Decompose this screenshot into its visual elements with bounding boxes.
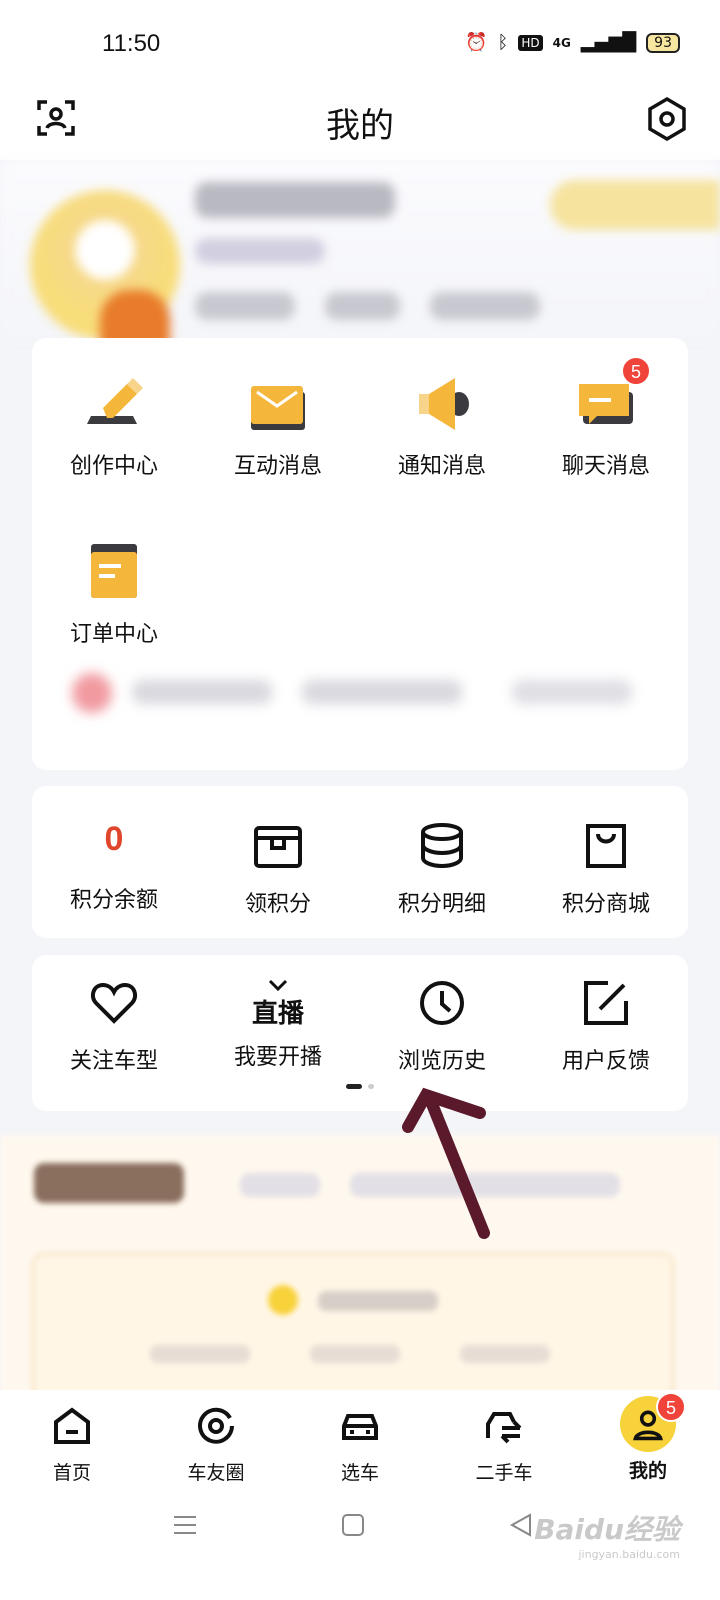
car-icon <box>342 1414 378 1440</box>
order-center-entry[interactable]: 订单中心 <box>32 536 196 648</box>
back-triangle-icon[interactable] <box>506 1510 536 1540</box>
profile-section[interactable] <box>0 160 720 350</box>
gift-box-icon <box>254 826 302 868</box>
points-card: 0 积分余额 领积分 积分明细 积分商城 <box>32 786 688 938</box>
community-icon <box>198 1407 234 1444</box>
heart-icon <box>90 982 138 1024</box>
pencil-icon <box>87 378 143 424</box>
page-header: 我的 <box>0 90 720 160</box>
member-pill[interactable] <box>550 180 720 230</box>
browse-history-entry[interactable]: 浏览历史 <box>360 977 524 1075</box>
hd-icon: HD <box>518 34 543 51</box>
nav-select-car[interactable]: 选车 <box>288 1390 432 1500</box>
interaction-messages-entry[interactable]: 互动消息 <box>196 368 360 480</box>
annotation-arrow <box>402 1087 490 1239</box>
bluetooth-icon: ᛒ <box>497 32 509 53</box>
nav-home[interactable]: 首页 <box>0 1390 144 1500</box>
nav-community[interactable]: 车友圈 <box>144 1390 288 1500</box>
menu-icon[interactable] <box>170 1510 200 1540</box>
page-indicator <box>32 1084 688 1089</box>
envelope-icon <box>251 386 305 430</box>
points-mall-entry[interactable]: 积分商城 <box>524 820 688 918</box>
bottom-nav: 首页 车友圈 选车 二手车 5 我的 <box>0 1390 720 1500</box>
nav-me[interactable]: 5 我的 <box>576 1390 720 1500</box>
user-feedback-entry[interactable]: 用户反馈 <box>524 977 688 1075</box>
home-square-icon[interactable] <box>338 1510 368 1540</box>
page-title: 我的 <box>326 106 394 146</box>
megaphone-icon <box>419 378 469 430</box>
go-live-entry[interactable]: 直播 我要开播 <box>196 977 360 1075</box>
edit-square-icon <box>584 981 628 1025</box>
me-badge: 5 <box>656 1392 686 1422</box>
points-detail-entry[interactable]: 积分明细 <box>360 820 524 918</box>
promo-strip[interactable] <box>72 668 652 718</box>
live-tv-icon: 直播 <box>196 977 360 1029</box>
status-icons: ⏰ ᛒ HD 4G ▂▄▆█ 93 <box>465 32 680 53</box>
messages-card: 创作中心 互动消息 通知消息 5 聊天消息 订单中心 <box>32 338 688 770</box>
alarm-icon: ⏰ <box>465 32 488 53</box>
shopping-bag-icon <box>586 824 626 868</box>
coin-stack-icon <box>421 823 463 869</box>
points-balance-entry[interactable]: 0 积分余额 <box>32 820 196 918</box>
followed-models-entry[interactable]: 关注车型 <box>32 977 196 1075</box>
points-balance-value: 0 <box>104 820 124 858</box>
tools-card: 关注车型 直播 我要开播 浏览历史 用户反馈 <box>32 955 688 1111</box>
signal-icon: ▂▄▆█ <box>580 32 637 53</box>
baidu-watermark: Baidu经验 jingyan.baidu.com <box>534 1513 680 1561</box>
chat-messages-entry[interactable]: 5 聊天消息 <box>524 356 688 480</box>
status-bar: 11:50 ⏰ ᛒ HD 4G ▂▄▆█ 93 <box>0 0 720 90</box>
battery-indicator: 93 <box>646 32 680 53</box>
notification-messages-entry[interactable]: 通知消息 <box>360 368 524 480</box>
network-label: 4G <box>552 35 571 50</box>
avatar[interactable] <box>30 190 180 350</box>
used-car-icon <box>486 1412 522 1444</box>
nav-used-car[interactable]: 二手车 <box>432 1390 576 1500</box>
blurred-section <box>0 1135 720 1403</box>
settings-icon[interactable] <box>644 96 690 142</box>
clock-icon <box>420 981 464 1025</box>
earn-points-entry[interactable]: 领积分 <box>196 820 360 918</box>
chat-unread-badge: 5 <box>621 356 651 386</box>
status-time: 11:50 <box>102 30 161 57</box>
home-icon <box>54 1407 90 1444</box>
order-list-icon <box>91 544 137 598</box>
creation-center-entry[interactable]: 创作中心 <box>32 368 196 480</box>
